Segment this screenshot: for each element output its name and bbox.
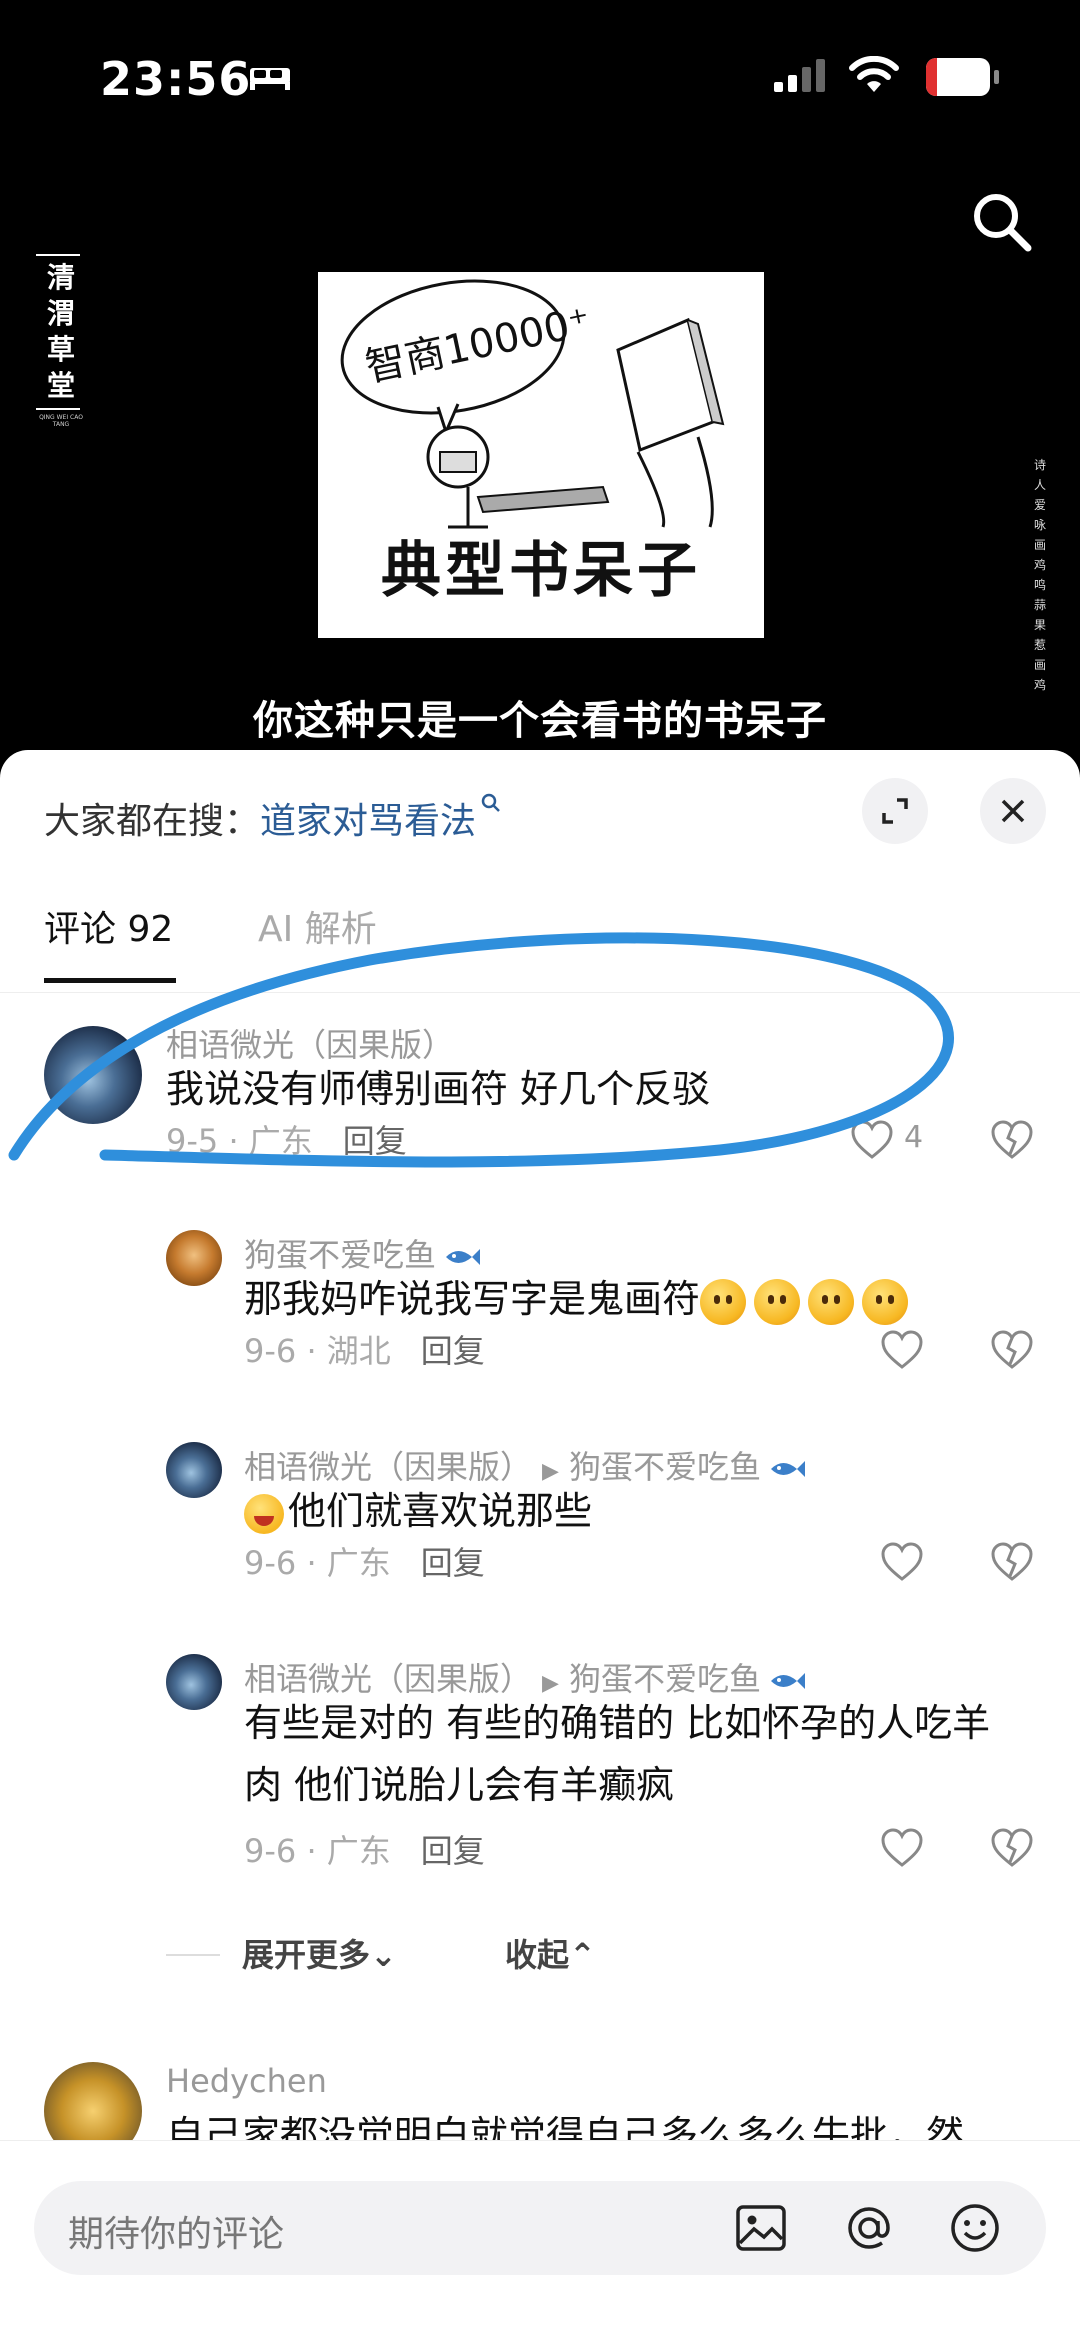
emoji-icon xyxy=(754,1278,801,1325)
expand-more-button[interactable]: 展开更多⌄ xyxy=(242,1930,397,1976)
avatar[interactable] xyxy=(166,1230,222,1286)
battery-percent: 17 xyxy=(938,60,978,93)
reply-date-location: 9-6 · 湖北 xyxy=(244,1332,391,1370)
search-icon[interactable] xyxy=(970,190,1034,254)
close-button[interactable] xyxy=(980,778,1046,844)
small-search-icon xyxy=(481,793,500,812)
wifi-icon xyxy=(849,56,899,92)
image-icon[interactable] xyxy=(734,2201,788,2255)
reply-text: 肉 他们说胎儿会有羊癫疯 xyxy=(244,1763,675,1807)
meme-caption: 典型书呆子 xyxy=(381,536,701,606)
comment-tabs: 评论 92 AI 解析 xyxy=(0,900,1080,993)
tab-comments[interactable]: 评论 92 xyxy=(44,900,177,983)
reply-author[interactable]: 狗蛋不爱吃鱼 xyxy=(244,1236,436,1274)
meme-image: 智商10000⁺ 典型书呆子 xyxy=(318,272,764,638)
dislike-icon[interactable] xyxy=(990,1828,1034,1868)
channel-logo: 清 渭 草 堂 QING WEI CAO TANG xyxy=(36,250,86,428)
heart-icon[interactable] xyxy=(850,1120,894,1160)
crying-emoji-icon xyxy=(244,1493,284,1534)
avatar[interactable] xyxy=(166,1442,222,1498)
cellular-signal-icon xyxy=(774,59,825,92)
reply-author[interactable]: 相语微光（因果版） xyxy=(244,1448,532,1486)
dislike-icon[interactable] xyxy=(990,1542,1034,1582)
reply-text-line: 他们就喜欢说那些 xyxy=(244,1482,592,1540)
hot-search[interactable]: 大家都在搜：道家对骂看法 xyxy=(44,792,502,844)
reply-button[interactable]: 回复 xyxy=(421,1544,485,1582)
expand-button[interactable] xyxy=(862,778,928,844)
fish-icon xyxy=(770,1673,805,1689)
like-count: 4 xyxy=(904,1120,924,1155)
comments-panel: 大家都在搜：道家对骂看法 评论 92 AI 解析 相语微光（因果版） 我说没有师… xyxy=(0,750,1080,2341)
side-poem-text: 诗人爱咏画鸡鸣蒜果惹画鸡 xyxy=(1033,458,1046,692)
dislike-icon[interactable] xyxy=(990,1120,1034,1160)
video-subtitle: 你这种只是一个会看书的书呆子 xyxy=(253,698,827,744)
reply-meta: 9-6 · 广东 回复 xyxy=(244,1826,485,1872)
reply-text: 有些是对的 有些的确错的 比如怀孕的人吃羊 xyxy=(244,1701,991,1745)
reply-text-line: 那我妈咋说我写字是鬼画符 xyxy=(244,1270,916,1328)
emoji-icon xyxy=(808,1278,855,1325)
reply-meta: 9-6 · 广东 回复 xyxy=(244,1538,485,1584)
tab-ai-analysis[interactable]: AI 解析 xyxy=(258,900,377,952)
expand-icon xyxy=(882,798,908,824)
heart-icon[interactable] xyxy=(880,1828,924,1868)
comment-date-location: 9-5 · 广东 xyxy=(166,1122,313,1160)
reply-arrow-icon: ▶ xyxy=(542,1459,559,1484)
reply-text: 他们就喜欢说那些 xyxy=(288,1489,593,1533)
heart-icon[interactable] xyxy=(880,1542,924,1582)
fish-icon xyxy=(770,1461,805,1477)
reply-text: 那我妈咋说我写字是鬼画符 xyxy=(244,1277,701,1321)
reply-to-user[interactable]: 狗蛋不爱吃鱼 xyxy=(569,1448,761,1486)
comment-meta: 9-5 · 广东 回复 xyxy=(166,1116,407,1162)
status-bar: 23:56 17 xyxy=(0,0,1080,150)
reply-button[interactable]: 回复 xyxy=(421,1832,485,1870)
clock-time: 23:56 xyxy=(100,52,252,106)
heart-icon[interactable] xyxy=(880,1330,924,1370)
comment-text: 我说没有师傅别画符 好几个反驳 xyxy=(166,1067,711,1111)
close-icon xyxy=(1001,799,1025,823)
battery-indicator: 17 xyxy=(926,58,999,96)
reply-button[interactable]: 回复 xyxy=(343,1122,407,1160)
dislike-icon[interactable] xyxy=(990,1330,1034,1370)
reply-to-user[interactable]: 狗蛋不爱吃鱼 xyxy=(569,1660,761,1698)
divider xyxy=(166,1954,220,1956)
reply-arrow-icon: ▶ xyxy=(542,1671,559,1696)
comment-input-placeholder: 期待你的评论 xyxy=(68,2214,285,2255)
avatar[interactable] xyxy=(44,1026,142,1124)
reply-date-location: 9-6 · 广东 xyxy=(244,1832,391,1870)
emoji-icon xyxy=(862,1278,909,1325)
comment-input-bar: 期待你的评论 xyxy=(0,2140,1080,2341)
reply-button[interactable]: 回复 xyxy=(421,1332,485,1370)
emoji-picker-icon[interactable] xyxy=(948,2201,1002,2255)
comment-author[interactable]: Hedychen xyxy=(166,2062,327,2100)
reply-meta: 9-6 · 湖北 回复 xyxy=(244,1326,485,1372)
reply-date-location: 9-6 · 广东 xyxy=(244,1544,391,1582)
sleep-focus-icon xyxy=(250,68,290,90)
fish-icon xyxy=(446,1249,481,1265)
comment-input[interactable]: 期待你的评论 xyxy=(34,2181,1046,2275)
reply-author[interactable]: 相语微光（因果版） xyxy=(244,1660,532,1698)
collapse-button[interactable]: 收起⌃ xyxy=(505,1930,596,1976)
emoji-icon xyxy=(700,1278,747,1325)
hot-search-prefix: 大家都在搜： xyxy=(44,801,261,842)
avatar[interactable] xyxy=(166,1654,222,1710)
mention-icon[interactable] xyxy=(842,2201,896,2255)
hot-search-link[interactable]: 道家对骂看法 xyxy=(260,801,476,842)
